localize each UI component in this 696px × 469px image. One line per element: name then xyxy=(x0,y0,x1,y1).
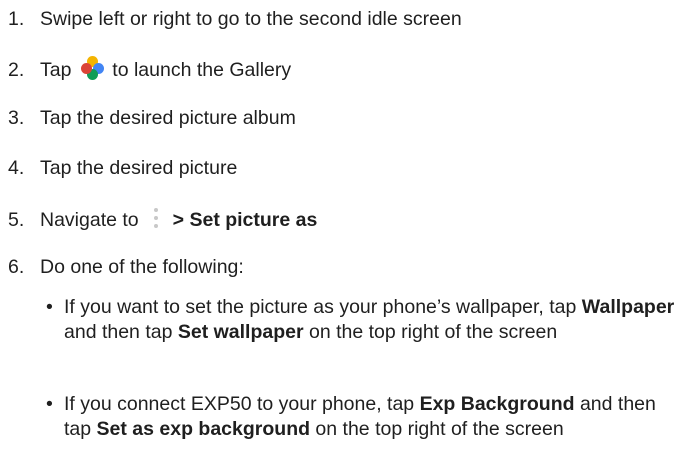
step-number: 6. xyxy=(8,256,25,278)
more-options-icon xyxy=(145,205,167,231)
step-text: to launch the Gallery xyxy=(112,59,292,81)
bullet-text: If you connect EXP50 to your phone, tap … xyxy=(64,392,682,442)
step-text: Tap the desired picture album xyxy=(40,107,296,129)
step-number: 5. xyxy=(8,209,25,231)
bullet-exp-background: • If you connect EXP50 to your phone, ta… xyxy=(46,392,682,442)
bullet-text: If you want to set the picture as your p… xyxy=(64,295,682,345)
wallpaper-option: Wallpaper xyxy=(581,296,675,318)
step-text: Tap the desired picture xyxy=(40,157,238,179)
bullet-text-part: on the top right of the screen xyxy=(303,321,558,343)
gallery-app-icon xyxy=(80,56,104,80)
step-text: Tap xyxy=(40,59,72,81)
bullet-marker: • xyxy=(46,393,53,415)
set-wallpaper-option: Set wallpaper xyxy=(177,321,304,343)
exp-background-option: Exp Background xyxy=(419,393,575,415)
bullet-text-part: and then tap xyxy=(64,321,178,343)
bullet-marker: • xyxy=(46,296,53,318)
step-number: 4. xyxy=(8,157,25,179)
step-number: 3. xyxy=(8,107,25,129)
step-3: 3. Tap the desired picture album xyxy=(8,106,686,131)
step-text: Do one of the following: xyxy=(40,256,244,278)
set-as-exp-background-option: Set as exp background xyxy=(96,418,311,440)
step-6: 6. Do one of the following: xyxy=(8,255,686,280)
bullet-text-part: If you want to set the picture as your p… xyxy=(64,296,582,318)
step-4: 4. Tap the desired picture xyxy=(8,156,686,181)
bullet-text-part: If you connect EXP50 to your phone, tap xyxy=(64,393,420,415)
step-2: 2. Tap to launch the Gallery xyxy=(8,56,686,83)
menu-path: > Set picture as xyxy=(172,209,318,231)
step-number: 2. xyxy=(8,59,25,81)
step-1: 1. Swipe left or right to go to the secon… xyxy=(8,7,686,32)
step-text: Navigate to xyxy=(40,209,139,231)
bullet-text-part: on the top right of the screen xyxy=(310,418,564,440)
step-number: 1. xyxy=(8,8,25,30)
bullet-wallpaper: • If you want to set the picture as your… xyxy=(46,295,682,345)
step-text: Swipe left or right to go to the second … xyxy=(40,8,462,30)
step-5: 5. Navigate to > Set picture as xyxy=(8,205,686,233)
